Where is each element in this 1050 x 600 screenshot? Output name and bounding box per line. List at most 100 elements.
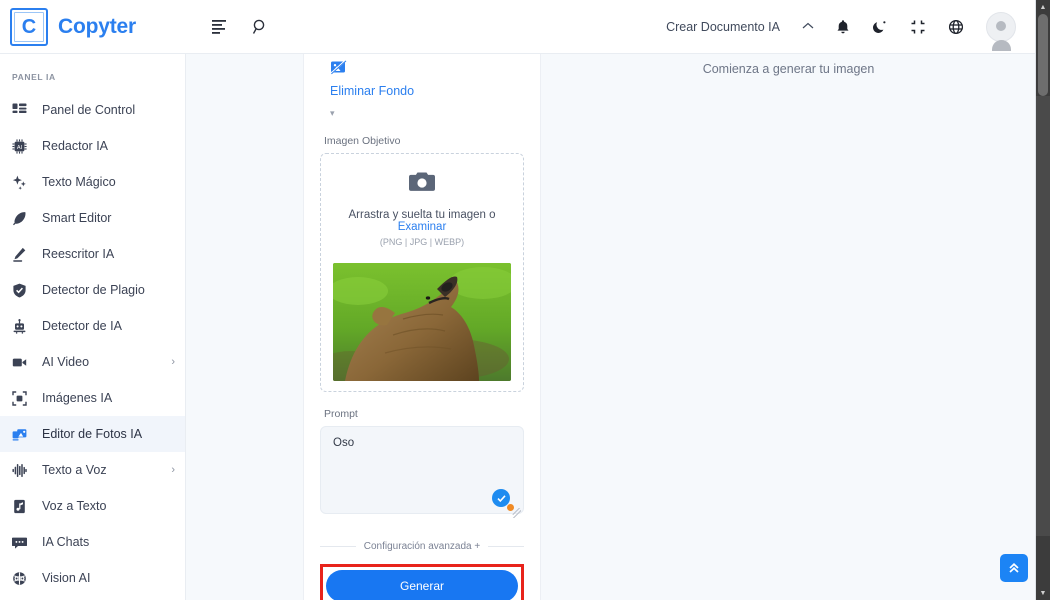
scrollbar-thumb[interactable] <box>1038 14 1048 96</box>
scrollbar-track[interactable] <box>1036 96 1050 536</box>
tool-name: Eliminar Fondo <box>330 84 415 98</box>
app-root: C Copyter Crear Documento IA PANEL IA Pa… <box>0 0 1050 600</box>
sidebar-item-label: Texto Mágico <box>42 175 116 189</box>
image-slash-icon <box>330 59 524 80</box>
sidebar-item-label: Vision AI <box>42 571 91 585</box>
advanced-settings-row[interactable]: Configuración avanzada + <box>320 541 525 552</box>
chip-ai-icon: AI <box>12 138 34 154</box>
robot-icon <box>12 318 34 334</box>
video-camera-icon <box>12 355 34 370</box>
shield-check-icon <box>12 283 34 298</box>
sidebar-item-label: Panel de Control <box>42 103 136 117</box>
sidebar-item-voz-a-texto[interactable]: Voz a Texto <box>0 488 185 524</box>
uploaded-image-thumbnail[interactable] <box>333 263 511 381</box>
brand-name: Copyter <box>58 14 136 38</box>
logo-letter: C <box>14 11 44 42</box>
dropzone-text: Arrastra y suelta tu imagen o Examinar <box>331 209 513 233</box>
sidebar-item-panel-de-control[interactable]: Panel de Control <box>0 92 185 128</box>
avatar-body <box>991 40 1011 51</box>
chat-bubble-icon <box>12 535 34 550</box>
scrollbar-down-arrow[interactable]: ▼ <box>1036 586 1050 600</box>
prompt-label: Prompt <box>324 408 358 420</box>
sidebar-item-ia-chats[interactable]: IA Chats <box>0 524 185 560</box>
sidebar-item-label: Detector de IA <box>42 319 122 333</box>
generate-button[interactable]: Generar <box>326 570 518 600</box>
header-icon-group <box>212 19 268 35</box>
divider-right <box>488 546 525 547</box>
create-document-link[interactable]: Crear Documento IA <box>666 20 780 34</box>
image-dropzone[interactable]: Arrastra y suelta tu imagen o Examinar (… <box>320 153 524 392</box>
sidebar-item-reescritor-ia[interactable]: Reescritor IA <box>0 236 185 272</box>
top-header: C Copyter Crear Documento IA <box>0 0 1036 54</box>
sidebar-item-label: Reescritor IA <box>42 247 115 261</box>
sidebar-item-label: IA Chats <box>42 535 90 549</box>
pencil-icon <box>12 247 34 262</box>
browser-scrollbar[interactable]: ▲ ▼ <box>1036 0 1050 600</box>
waveform-icon <box>12 463 34 478</box>
sidebar-item-texto-m-gico[interactable]: Texto Mágico <box>0 164 185 200</box>
chevron-up-icon[interactable] <box>802 21 814 33</box>
avatar[interactable] <box>986 11 1016 51</box>
chevron-down-icon[interactable]: ▾ <box>330 108 524 119</box>
sidebar: PANEL IA Panel de Control AI Redactor IA Te… <box>0 54 186 600</box>
brain-icon <box>12 571 34 586</box>
sparkles-icon <box>12 175 34 190</box>
globe-icon[interactable] <box>948 19 964 35</box>
scroll-to-top-button[interactable] <box>1000 554 1028 582</box>
sidebar-section-label: PANEL IA <box>12 72 56 82</box>
photo-editor-icon <box>12 427 34 442</box>
sidebar-item-smart-editor[interactable]: Smart Editor <box>0 200 185 236</box>
compress-icon[interactable] <box>910 19 926 35</box>
sidebar-item-label: Detector de Plagio <box>42 283 145 297</box>
camera-icon <box>331 170 513 199</box>
textarea-resize-handle[interactable] <box>511 508 521 518</box>
sidebar-item-label: Smart Editor <box>42 211 112 225</box>
chevron-right-icon[interactable]: › <box>171 356 175 368</box>
sidebar-item-detector-de-plagio[interactable]: Detector de Plagio <box>0 272 185 308</box>
divider-left <box>320 546 356 547</box>
preview-empty-text: Comienza a generar tu imagen <box>702 62 875 76</box>
sidebar-item-label: Imágenes IA <box>42 391 113 405</box>
sidebar-item-label: Redactor IA <box>42 139 109 153</box>
bell-icon[interactable] <box>836 19 850 35</box>
sidebar-item-label: Editor de Fotos IA <box>42 427 143 441</box>
sidebar-item-label: Voz a Texto <box>42 499 107 513</box>
sidebar-item-redactor-ia[interactable]: AI Redactor IA <box>0 128 185 164</box>
image-preview-panel: Comienza a generar tu imagen <box>540 54 1036 600</box>
sidebar-item-ai-video[interactable]: AI Video › <box>0 344 185 380</box>
tool-header: Eliminar Fondo ▾ <box>320 54 524 119</box>
browse-link[interactable]: Examinar <box>398 221 447 233</box>
moon-icon[interactable] <box>872 19 888 35</box>
dropzone-formats: (PNG | JPG | WEBP) <box>379 237 465 247</box>
audio-file-icon <box>12 499 34 514</box>
bear-photo <box>333 263 511 381</box>
double-chevron-up-icon <box>1009 563 1019 573</box>
prompt-field-wrap <box>320 426 524 519</box>
header-actions: Crear Documento IA <box>666 11 1036 51</box>
image-frame-icon <box>12 390 34 406</box>
tool-form-panel: Eliminar Fondo ▾ Imagen Objetivo Arrastr… <box>304 54 540 600</box>
menu-lines-icon[interactable] <box>212 19 228 34</box>
sidebar-item-vision-ai[interactable]: Vision AI <box>0 560 185 596</box>
workspace-gutter <box>186 54 304 600</box>
sidebar-item-label: Texto a Voz <box>42 463 107 477</box>
sidebar-item-im-genes-ia[interactable]: Imágenes IA <box>0 380 185 416</box>
search-icon[interactable] <box>252 19 268 35</box>
sidebar-item-label: AI Video <box>42 355 90 369</box>
sidebar-item-detector-de-ia[interactable]: Detector de IA <box>0 308 185 344</box>
feather-icon <box>12 211 34 226</box>
check-circle-icon[interactable] <box>492 489 510 507</box>
svg-text:AI: AI <box>17 145 23 151</box>
brand-logo[interactable]: C Copyter <box>0 7 190 46</box>
target-image-label: Imagen Objetivo <box>324 135 401 147</box>
sidebar-item-texto-a-voz[interactable]: Texto a Voz › <box>0 452 185 488</box>
chevron-right-icon[interactable]: › <box>171 464 175 476</box>
sidebar-nav-list: Panel de Control AI Redactor IA Texto Mágic… <box>0 92 185 596</box>
advanced-settings-label[interactable]: Configuración avanzada + <box>364 541 480 552</box>
sidebar-item-editor-de-fotos-ia[interactable]: Editor de Fotos IA <box>0 416 185 452</box>
logo-mark: C <box>10 7 48 46</box>
scrollbar-up-arrow[interactable]: ▲ <box>1036 0 1050 14</box>
dropzone-prefix: Arrastra y suelta tu imagen o <box>348 209 496 221</box>
dashboard-icon <box>12 103 34 118</box>
scrollbar-lower-track[interactable] <box>1036 536 1050 586</box>
